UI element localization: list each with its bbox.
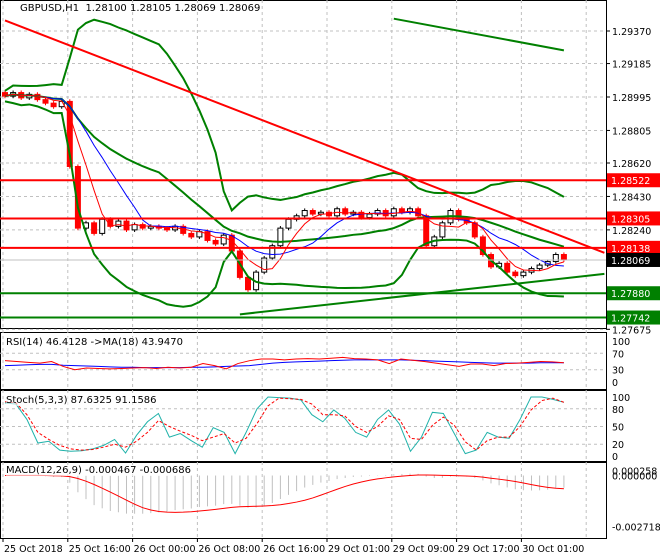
candle bbox=[220, 234, 227, 245]
candle bbox=[115, 220, 122, 227]
time-tick-label: 29 Oct 01:00 bbox=[328, 544, 390, 555]
price-tick-label: 1.29185 bbox=[612, 60, 651, 71]
candle bbox=[277, 227, 284, 247]
candle bbox=[423, 215, 430, 247]
candle bbox=[164, 227, 170, 231]
time-tick-label: 26 Oct 08:00 bbox=[198, 544, 260, 555]
candle bbox=[471, 222, 478, 238]
candle bbox=[99, 218, 106, 234]
chart-header: GBPUSD,H1 1.28100 1.28105 1.28069 1.2806… bbox=[20, 3, 260, 14]
price-tick-label: 1.28805 bbox=[612, 126, 651, 137]
ohlc-values: 1.28100 1.28105 1.28069 1.28069 bbox=[85, 3, 261, 14]
level-label: 1.27880 bbox=[611, 289, 650, 300]
rsi-line bbox=[4, 356, 564, 371]
indicator-tick-label: 50 bbox=[612, 423, 624, 434]
candle bbox=[439, 222, 446, 238]
time-tick-label: 26 Oct 16:00 bbox=[263, 544, 325, 555]
bollinger-band-upper bbox=[4, 18, 565, 213]
indicator-tick-label: 20 bbox=[612, 440, 624, 451]
trendline bbox=[393, 17, 565, 52]
price-tick-label: 1.28995 bbox=[612, 93, 651, 104]
price-tick-label: 1.27675 bbox=[612, 325, 651, 336]
candle bbox=[366, 213, 373, 219]
time-tick-label: 29 Oct 09:00 bbox=[393, 544, 455, 555]
indicator-tick-label: 80 bbox=[612, 405, 624, 416]
current-price-label: 1.28069 bbox=[611, 256, 650, 267]
time-tick-label: 26 Oct 00:00 bbox=[134, 544, 196, 555]
rsi-title: RSI(14) 46.4128 ->MA(18) 43.9470 bbox=[6, 337, 183, 348]
price-tick-label: 1.28240 bbox=[612, 226, 651, 237]
indicator-tick-label: 70 bbox=[612, 349, 624, 360]
indicator-tick-label: 0 bbox=[612, 378, 618, 389]
time-tick-label: 29 Oct 17:00 bbox=[458, 544, 520, 555]
candle bbox=[390, 208, 397, 217]
level-label: 1.28522 bbox=[611, 176, 650, 187]
candle bbox=[512, 271, 519, 277]
price-chart[interactable]: 1.29370 1.29185 1.28995 1.28805 1.28620 1.284… bbox=[0, 0, 660, 560]
candle bbox=[520, 271, 527, 277]
indicator-tick-label: 30 bbox=[612, 366, 624, 377]
candle bbox=[131, 224, 138, 231]
candle bbox=[301, 210, 308, 217]
level-label: 1.27742 bbox=[611, 314, 650, 325]
indicator-tick-label: 100 bbox=[612, 337, 630, 348]
indicator-tick-label: 100 bbox=[612, 393, 630, 404]
candle bbox=[188, 232, 195, 238]
macd-tick-label: 0.000000 bbox=[612, 472, 657, 483]
price-tick-label: 1.29370 bbox=[612, 27, 651, 38]
macd-tick-label: -0.002718 bbox=[612, 523, 660, 534]
candle bbox=[552, 254, 559, 263]
candle bbox=[91, 222, 98, 234]
time-tick-label: 25 Oct 16:00 bbox=[69, 544, 131, 555]
candle bbox=[212, 239, 219, 245]
candle bbox=[50, 102, 57, 108]
panel-frame bbox=[0, 0, 607, 329]
macd-title: MACD(12,26,9) -0.000467 -0.000686 bbox=[6, 465, 191, 476]
candle bbox=[504, 262, 511, 273]
symbol-label: GBPUSD,H1 bbox=[20, 3, 80, 14]
candle bbox=[285, 218, 292, 229]
price-tick-label: 1.28620 bbox=[612, 159, 651, 170]
time-tick-label: 30 Oct 01:00 bbox=[522, 544, 584, 555]
level-label: 1.28305 bbox=[611, 214, 650, 225]
indicator-tick-label: 0 bbox=[612, 452, 618, 463]
candle bbox=[560, 254, 567, 261]
macd-signal-line bbox=[4, 474, 564, 513]
time-tick-label: 25 Oct 2018 bbox=[4, 544, 63, 555]
candle bbox=[42, 99, 49, 104]
price-tick-label: 1.28430 bbox=[612, 192, 651, 203]
candle bbox=[536, 264, 543, 270]
candle bbox=[309, 210, 316, 215]
stoch-title: Stoch(5,3,3) 87.6325 91.1586 bbox=[6, 395, 157, 406]
candle bbox=[245, 276, 251, 291]
